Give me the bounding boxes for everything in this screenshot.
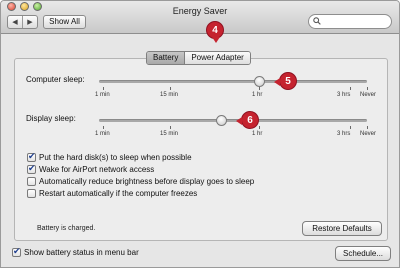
back-arrow-icon[interactable]: ◀ — [8, 16, 22, 28]
display-sleep-slider[interactable] — [99, 119, 367, 122]
hard-disk-sleep-label: Put the hard disk(s) to sleep when possi… — [39, 153, 192, 162]
computer-sleep-label: Computer sleep: — [26, 75, 85, 84]
tick-label: 1 hr — [252, 131, 263, 137]
back-forward-control: ◀ ▶ — [7, 15, 38, 29]
computer-sleep-slider[interactable] — [99, 80, 367, 83]
computer-sleep-knob[interactable] — [254, 76, 265, 87]
tick-label: Never — [360, 92, 377, 98]
tick-label: 3 hrs — [337, 92, 351, 98]
callout-badge-5: 5 — [274, 72, 297, 90]
tick-label: 1 min — [95, 92, 110, 98]
forward-arrow-icon[interactable]: ▶ — [22, 16, 37, 28]
tick-label: 15 min — [160, 131, 179, 137]
callout-badge-4: 4 — [206, 21, 224, 43]
restart-on-freeze-label: Restart automatically if the computer fr… — [39, 189, 198, 198]
wake-airport-label: Wake for AirPort network access — [39, 165, 155, 174]
menu-bar-status-label: Show battery status in menu bar — [24, 248, 139, 257]
settings-panel: Computer sleep: 1 min 15 min 1 hr 3 hrs … — [14, 58, 388, 241]
search-field[interactable] — [308, 14, 392, 29]
tick-label: 1 min — [95, 131, 110, 137]
reduce-brightness-label: Automatically reduce brightness before d… — [39, 177, 255, 186]
hard-disk-sleep-checkbox[interactable] — [27, 151, 36, 162]
tab-battery[interactable]: Battery — [147, 52, 185, 64]
search-icon — [313, 17, 321, 25]
energy-saver-window: Energy Saver ◀ ▶ Show All Computer sleep… — [0, 0, 400, 268]
battery-status-text: Battery is charged. — [37, 225, 96, 232]
tab-power-adapter[interactable]: Power Adapter — [184, 52, 250, 64]
schedule-button[interactable]: Schedule... — [335, 246, 391, 261]
power-source-tabs: Battery Power Adapter — [146, 51, 251, 65]
tick-label: Never — [360, 131, 377, 137]
show-all-button[interactable]: Show All — [43, 15, 86, 29]
callout-badge-6: 6 — [236, 111, 259, 129]
tick-label: 1 hr — [252, 92, 263, 98]
restart-on-freeze-checkbox[interactable] — [27, 189, 36, 198]
titlebar: Energy Saver ◀ ▶ Show All — [1, 1, 399, 34]
wake-airport-checkbox[interactable] — [27, 163, 36, 174]
display-sleep-knob[interactable] — [216, 115, 227, 126]
menu-bar-status-checkbox[interactable] — [12, 246, 21, 257]
restore-defaults-button[interactable]: Restore Defaults — [302, 221, 382, 236]
tick-label: 15 min — [160, 92, 179, 98]
display-sleep-label: Display sleep: — [26, 114, 76, 123]
reduce-brightness-checkbox[interactable] — [27, 177, 36, 186]
tick-label: 3 hrs — [337, 131, 351, 137]
